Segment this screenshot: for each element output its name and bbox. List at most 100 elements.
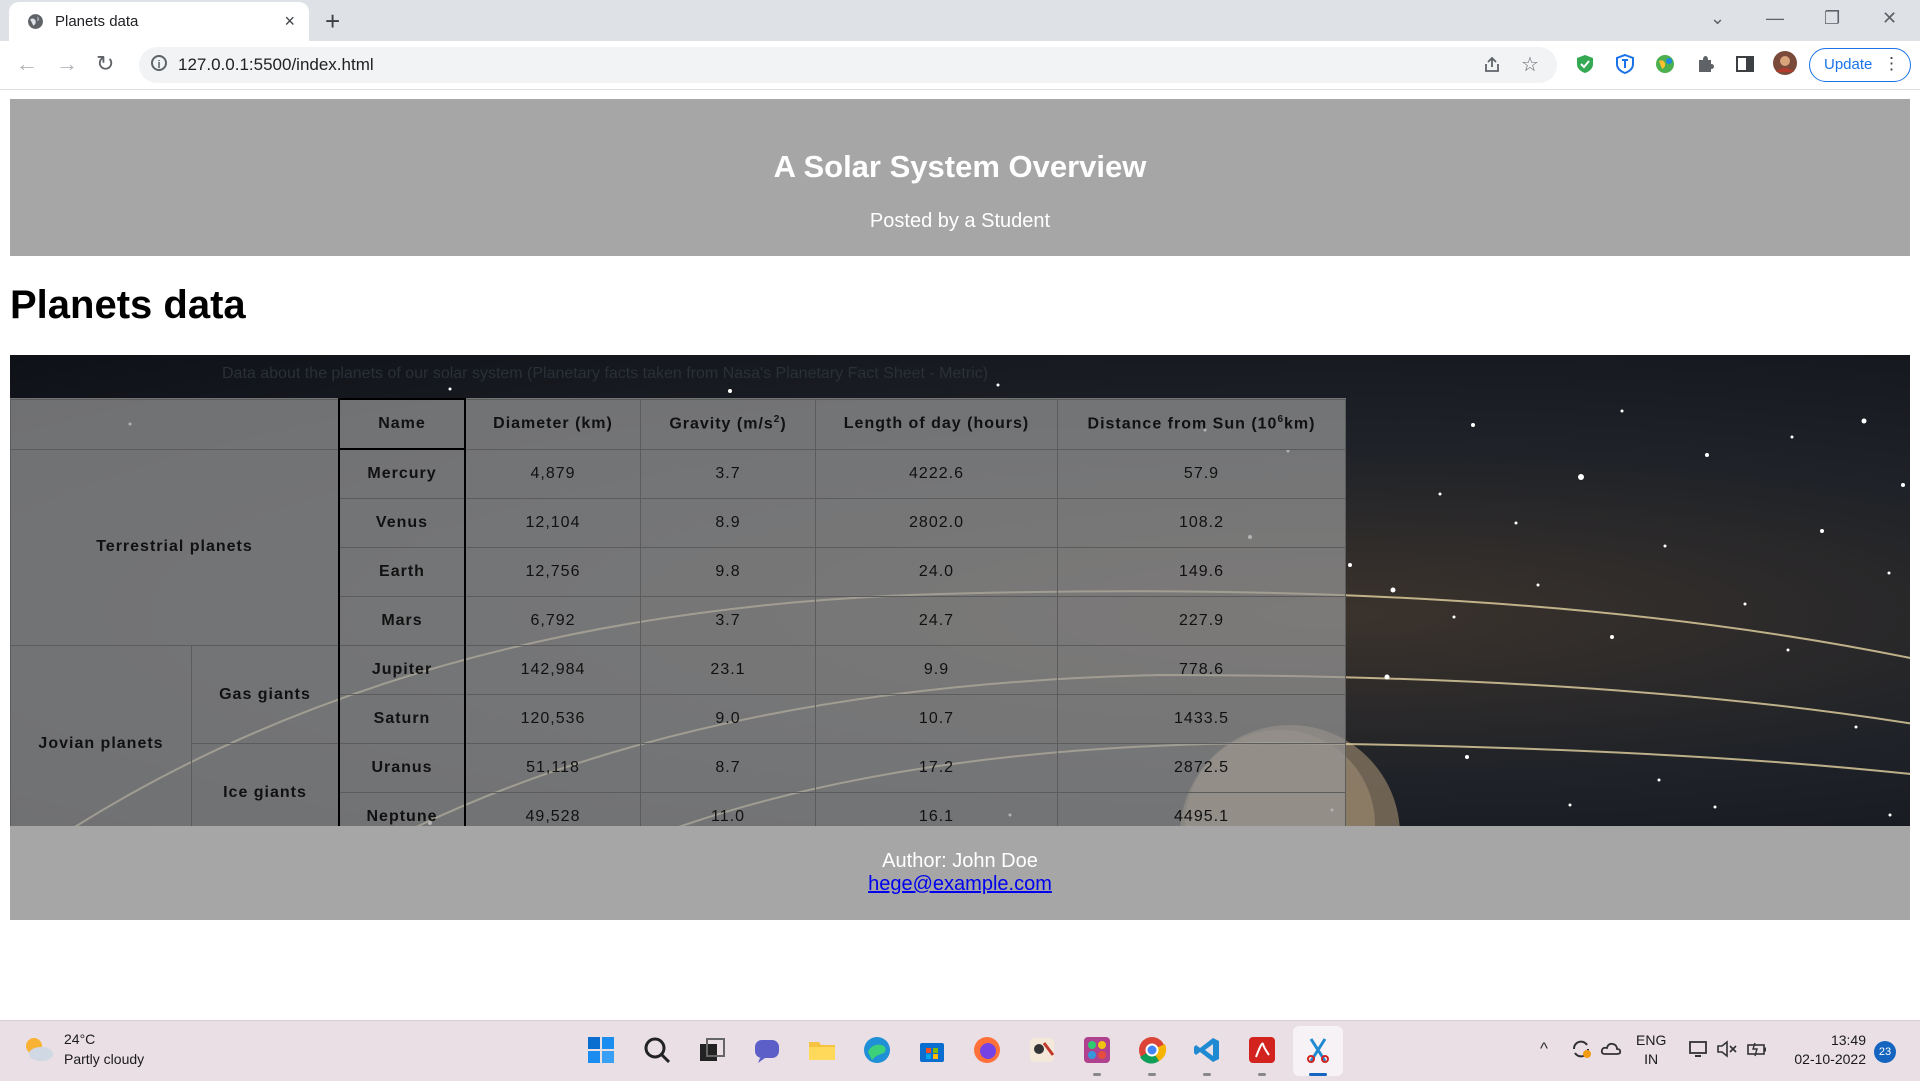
- file-explorer-icon[interactable]: [807, 1035, 837, 1065]
- tab-strip: Planets data × + ⌄ — ❐ ✕: [0, 0, 1920, 41]
- update-button[interactable]: Update ⋮: [1809, 48, 1911, 82]
- microsoft-store-icon[interactable]: [917, 1035, 947, 1065]
- day-length-cell: 16.1: [815, 792, 1058, 826]
- minimize-icon[interactable]: —: [1766, 8, 1784, 29]
- restore-icon[interactable]: ❐: [1824, 8, 1840, 29]
- notification-badge[interactable]: 23: [1874, 1041, 1896, 1063]
- weather-description[interactable]: Partly cloudy: [64, 1051, 144, 1067]
- diameter-cell: 120,536: [464, 694, 641, 744]
- tray-overflow-chevron-icon[interactable]: ^: [1540, 1039, 1548, 1059]
- gravity-cell: 9.0: [640, 694, 816, 744]
- gravity-cell: 3.7: [640, 448, 816, 499]
- shield-extension-icon[interactable]: [1574, 53, 1596, 75]
- profile-avatar-icon[interactable]: [1772, 50, 1798, 76]
- tab-title: Planets data: [55, 13, 139, 30]
- network-display-icon[interactable]: [1688, 1039, 1710, 1059]
- weather-temperature[interactable]: 24°C: [64, 1031, 95, 1047]
- group-jovian-planets: Jovian planets: [10, 645, 192, 826]
- close-window-icon[interactable]: ✕: [1882, 8, 1897, 29]
- clock-date: 02-10-2022: [1794, 1051, 1866, 1067]
- table-row: Jovian planets Gas giants Jupiter 142,98…: [10, 645, 1346, 826]
- distance-cell: 57.9: [1057, 448, 1346, 499]
- bookmark-star-icon[interactable]: ☆: [1521, 52, 1539, 77]
- running-indicator: [1258, 1073, 1266, 1076]
- planet-name: Uranus: [338, 743, 466, 793]
- table-header-row: Name Diameter (km) Gravity (m/s2) Length…: [10, 398, 1346, 450]
- partly-cloudy-icon[interactable]: [20, 1034, 56, 1064]
- distance-cell: 4495.1: [1057, 792, 1346, 826]
- close-tab-icon[interactable]: ×: [284, 11, 295, 32]
- vscode-icon[interactable]: [1192, 1035, 1222, 1065]
- diameter-cell: 6,792: [464, 596, 641, 646]
- firefox-icon[interactable]: [972, 1035, 1002, 1065]
- site-info-icon[interactable]: i: [151, 55, 167, 71]
- col-header-diameter: Diameter (km): [464, 398, 641, 450]
- distance-cell: 1433.5: [1057, 694, 1346, 744]
- onedrive-cloud-icon[interactable]: [1600, 1039, 1622, 1059]
- back-button[interactable]: ←: [16, 51, 38, 77]
- acrobat-reader-icon[interactable]: [1247, 1035, 1277, 1065]
- reload-button[interactable]: ↻: [96, 51, 114, 77]
- forward-button[interactable]: →: [56, 51, 78, 77]
- email-link[interactable]: hege@example.com: [868, 873, 1052, 895]
- planets-table: Name Diameter (km) Gravity (m/s2) Length…: [10, 398, 1346, 826]
- planet-name: Venus: [338, 498, 466, 548]
- chrome-icon[interactable]: [1137, 1035, 1167, 1065]
- site-header: A Solar System Overview Posted by a Stud…: [10, 99, 1910, 256]
- language-indicator[interactable]: ENG IN: [1636, 1031, 1666, 1069]
- battery-icon[interactable]: [1746, 1039, 1768, 1059]
- day-length-cell: 4222.6: [815, 448, 1058, 499]
- planet-name: Neptune: [338, 792, 466, 826]
- planet-name: Jupiter: [338, 645, 466, 695]
- col-header-gravity: Gravity (m/s2): [640, 398, 816, 450]
- tab-search-icon[interactable]: ⌄: [1710, 8, 1725, 29]
- windows-start-icon[interactable]: [586, 1035, 616, 1065]
- active-indicator: [1309, 1073, 1327, 1076]
- sync-icon[interactable]: [1570, 1039, 1592, 1059]
- page-title: Planets data: [10, 283, 246, 327]
- vpn-extension-icon[interactable]: [1614, 53, 1636, 75]
- volume-muted-icon[interactable]: [1716, 1039, 1738, 1059]
- diameter-cell: 51,118: [464, 743, 641, 793]
- browser-tab[interactable]: Planets data ×: [9, 2, 309, 41]
- task-view-icon[interactable]: [697, 1035, 727, 1065]
- extensions-puzzle-icon[interactable]: [1694, 53, 1716, 75]
- gravity-cell: 11.0: [640, 792, 816, 826]
- diameter-cell: 49,528: [464, 792, 641, 826]
- globe-icon: [28, 14, 43, 29]
- group-gas-giants: Gas giants: [191, 645, 340, 744]
- globe-extension-icon[interactable]: [1654, 53, 1676, 75]
- header-title: A Solar System Overview: [773, 149, 1147, 184]
- header-subtitle: Posted by a Student: [869, 210, 1051, 232]
- menu-dots-icon[interactable]: ⋮: [1883, 54, 1900, 74]
- gravity-cell: 3.7: [640, 596, 816, 646]
- empty-corner-cell: [10, 398, 340, 450]
- planet-name: Saturn: [338, 694, 466, 744]
- system-clock[interactable]: 13:49 02-10-2022: [1786, 1031, 1866, 1069]
- update-label: Update: [1824, 56, 1873, 73]
- search-icon[interactable]: [642, 1035, 672, 1065]
- footer-email: hege@example.com: [10, 873, 1910, 896]
- footer-author: Author: John Doe: [882, 850, 1038, 872]
- taskbar: 24°C Partly cloudy ^ ENG IN 13:49 02-10-…: [0, 1020, 1920, 1081]
- planet-name: Earth: [338, 547, 466, 597]
- address-bar[interactable]: i 127.0.0.1:5500/index.html ☆: [139, 47, 1557, 83]
- url-text[interactable]: 127.0.0.1:5500/index.html: [178, 55, 374, 75]
- edge-browser-icon[interactable]: [862, 1035, 892, 1065]
- planets-table-section: Data about the planets of our solar syst…: [10, 355, 1910, 826]
- browser-toolbar: ← → ↻ i 127.0.0.1:5500/index.html ☆ Upda…: [0, 41, 1920, 90]
- teams-chat-icon[interactable]: [752, 1035, 782, 1065]
- diameter-cell: 12,104: [464, 498, 641, 548]
- diameter-cell: 4,879: [464, 448, 641, 499]
- snipping-tool-icon[interactable]: [1303, 1035, 1333, 1065]
- group-terrestrial-planets: Terrestrial planets: [10, 448, 340, 646]
- side-panel-icon[interactable]: [1734, 53, 1756, 75]
- new-tab-button[interactable]: +: [325, 6, 340, 37]
- paint-app-icon[interactable]: [1027, 1035, 1057, 1065]
- day-length-cell: 17.2: [815, 743, 1058, 793]
- col-header-name: Name: [338, 398, 466, 450]
- diameter-cell: 12,756: [464, 547, 641, 597]
- region-code: IN: [1644, 1051, 1659, 1067]
- share-icon[interactable]: [1482, 55, 1502, 75]
- app-launcher-icon[interactable]: [1082, 1035, 1112, 1065]
